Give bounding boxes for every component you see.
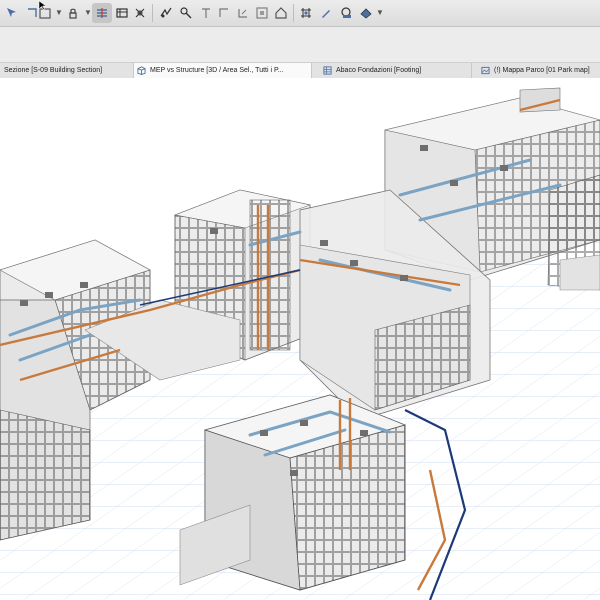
pen-icon[interactable]	[316, 3, 336, 23]
orbit-icon[interactable]	[63, 3, 83, 23]
elevation-marker-icon[interactable]	[196, 3, 216, 23]
eraser-icon[interactable]	[356, 3, 376, 23]
tab-section[interactable]: Sezione [S-09 Building Section]	[0, 63, 134, 78]
toolbar: ▼ ▼ ▼	[0, 0, 600, 27]
tab-3d-view[interactable]: MEP vs Structure [3D / Area Sel., Tutti …	[134, 63, 312, 78]
tab-schedule[interactable]: Abaco Fondazioni [Footing]	[312, 63, 472, 78]
chevron-down-icon[interactable]: ▼	[55, 8, 63, 17]
pointer-arrow-icon[interactable]	[2, 3, 22, 23]
explode-icon[interactable]	[130, 3, 150, 23]
cut-plane-icon[interactable]	[156, 3, 176, 23]
tab-label: MEP vs Structure [3D / Area Sel., Tutti …	[150, 67, 284, 74]
house-icon[interactable]	[271, 3, 291, 23]
snap-grid-icon[interactable]	[296, 3, 316, 23]
schedule-icon	[323, 66, 332, 75]
corner-icon[interactable]	[214, 3, 234, 23]
3d-viewport[interactable]	[0, 78, 600, 600]
pan-icon[interactable]	[92, 3, 112, 23]
mep-3d-model	[0, 87, 600, 600]
image-icon	[481, 66, 490, 75]
stamp-icon[interactable]	[336, 3, 356, 23]
tab-label: (!) Mappa Parco [01 Park map]	[494, 67, 590, 74]
tab-bar: Sezione [S-09 Building Section] MEP vs S…	[0, 62, 600, 79]
dimension-icon[interactable]	[233, 3, 253, 23]
mouse-cursor-icon	[38, 0, 47, 10]
measure-icon[interactable]	[176, 3, 196, 23]
tab-image[interactable]: (!) Mappa Parco [01 Park map]	[472, 63, 600, 78]
tab-label: Sezione [S-09 Building Section]	[4, 67, 103, 74]
chevron-down-icon[interactable]: ▼	[84, 8, 92, 17]
section-box-icon[interactable]	[112, 3, 132, 23]
tab-label: Abaco Fondazioni [Footing]	[336, 67, 422, 74]
chevron-down-icon[interactable]: ▼	[376, 8, 384, 17]
frame-icon[interactable]	[252, 3, 272, 23]
3d-view-icon	[137, 66, 146, 75]
toolbar-panel	[0, 27, 600, 62]
